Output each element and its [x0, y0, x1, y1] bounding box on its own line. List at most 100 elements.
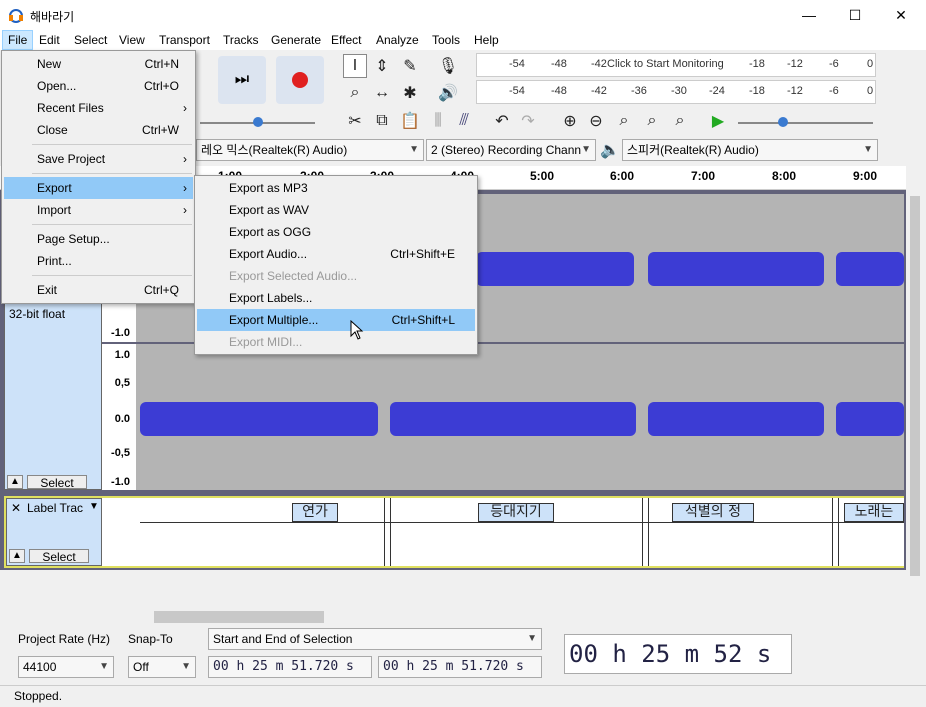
horizontal-scrollbar[interactable]	[138, 608, 906, 626]
label-lane[interactable]: 연가 등대지기 석별의 정 노래는	[140, 498, 904, 566]
gain-thumb[interactable]	[253, 117, 263, 127]
label-item[interactable]: 등대지기	[478, 503, 554, 522]
menu-item-open[interactable]: Open... Ctrl+O	[4, 75, 193, 97]
menu-help[interactable]: Help	[469, 30, 504, 50]
playback-meter[interactable]: -54 -48 -42 -36 -30 -24 -18 -12 -6 0	[476, 80, 876, 104]
vertical-scroll-thumb[interactable]	[910, 196, 920, 576]
menu-item-page-setup[interactable]: Page Setup...	[4, 228, 193, 250]
zoom-tool-icon[interactable]: ⌕	[343, 81, 367, 105]
undo-icon[interactable]: ↶	[490, 109, 514, 133]
menu-item-export-multiple[interactable]: Export Multiple... Ctrl+Shift+L	[197, 309, 475, 331]
record-meter[interactable]: -54 -48 -42 Click to Start Monitoring -1…	[476, 53, 876, 77]
ruler-tick: 5:00	[530, 169, 555, 183]
draw-tool-icon[interactable]: ✎	[398, 54, 422, 78]
start-time-value: 00 h 25 m 51.720 s	[213, 659, 354, 674]
play-speed-slider[interactable]	[738, 122, 873, 124]
selection-start-time[interactable]: 00 h 25 m 51.720 s	[208, 656, 372, 678]
menu-separator	[32, 173, 192, 174]
waveform-right[interactable]	[136, 344, 904, 490]
menu-item-export-ogg[interactable]: Export as OGG	[197, 221, 475, 243]
menu-tracks[interactable]: Tracks	[218, 30, 264, 50]
label-item[interactable]: 연가	[292, 503, 338, 522]
track-menu-chevron-icon[interactable]: ▼	[89, 501, 99, 512]
waveform-clip	[648, 402, 824, 436]
fit-project-icon[interactable]: ⌕	[640, 109, 664, 133]
maximize-button[interactable]: ☐	[832, 0, 878, 30]
menu-view[interactable]: View	[114, 30, 150, 50]
meter-tick: -42	[591, 58, 607, 70]
menu-item-export-wav[interactable]: Export as WAV	[197, 199, 475, 221]
microphone-icon[interactable]: 🎙	[436, 54, 460, 78]
label-track-name[interactable]: Label Trac	[27, 501, 83, 515]
menu-item-export-midi[interactable]: Export MIDI...	[197, 331, 475, 353]
label-track-panel[interactable]: ✕ Label Trac ▼ ▲ Select	[6, 498, 102, 566]
menu-item-close[interactable]: Close Ctrl+W	[4, 119, 193, 141]
menu-edit[interactable]: Edit	[34, 30, 65, 50]
label-boundary	[390, 498, 391, 566]
label-item[interactable]: 석별의 정	[672, 503, 754, 522]
paste-icon[interactable]: 📋	[398, 109, 422, 133]
label-item[interactable]: 노래는	[844, 503, 904, 522]
minimize-button[interactable]: —	[786, 0, 832, 30]
label-line	[140, 522, 904, 523]
menu-effect[interactable]: Effect	[326, 30, 366, 50]
menu-file[interactable]: File	[2, 30, 34, 50]
close-button[interactable]: ✕	[878, 0, 924, 30]
copy-icon[interactable]: ⧉	[370, 109, 394, 133]
menu-item-new[interactable]: New Ctrl+N	[4, 53, 193, 75]
zoom-out-icon[interactable]: ⊖	[584, 109, 608, 133]
playback-device-select[interactable]: 스피커(Realtek(R) Audio) ▼	[622, 139, 878, 161]
menu-item-export-mp3[interactable]: Export as MP3	[197, 177, 475, 199]
menu-item-export-audio[interactable]: Export Audio... Ctrl+Shift+E	[197, 243, 475, 265]
vertical-scrollbar[interactable]	[906, 190, 926, 610]
label-track-select-button[interactable]: Select	[29, 549, 89, 564]
menu-item-print[interactable]: Print...	[4, 250, 193, 272]
menu-generate[interactable]: Generate	[266, 30, 326, 50]
audio-position-display[interactable]: 00 h 25 m 52 s	[564, 634, 792, 674]
cut-icon[interactable]: ✂	[343, 109, 367, 133]
play-at-speed-icon[interactable]: ▶	[706, 109, 730, 133]
silence-icon[interactable]: ⫻	[452, 109, 476, 133]
menu-analyze[interactable]: Analyze	[371, 30, 424, 50]
skip-end-button[interactable]: ⏭	[218, 56, 266, 104]
menu-select[interactable]: Select	[69, 30, 112, 50]
redo-icon[interactable]: ↷	[516, 109, 540, 133]
close-icon[interactable]: ✕	[11, 501, 21, 515]
zoom-toggle-icon[interactable]: ⌕	[668, 109, 692, 133]
menu-item-export-selected-audio[interactable]: Export Selected Audio...	[197, 265, 475, 287]
selection-end-time[interactable]: 00 h 25 m 51.720 s	[378, 656, 542, 678]
selection-tool-icon[interactable]: I	[343, 54, 367, 78]
menu-item-import[interactable]: Import ›	[4, 199, 193, 221]
speaker-icon[interactable]: 🔊	[436, 81, 460, 105]
output-speaker-icon: 🔈	[600, 142, 620, 159]
channels-select[interactable]: 2 (Stereo) Recording Chann ▼	[426, 139, 596, 161]
record-button[interactable]	[276, 56, 324, 104]
menu-item-save-project[interactable]: Save Project ›	[4, 148, 193, 170]
menu-item-recent-files[interactable]: Recent Files ›	[4, 97, 193, 119]
selection-mode-select[interactable]: Start and End of Selection ▼	[208, 628, 542, 650]
collapse-icon[interactable]: ▲	[7, 475, 23, 489]
project-rate-select[interactable]: 44100 ▼	[18, 656, 114, 678]
envelope-tool-icon[interactable]: ⇕	[370, 54, 394, 78]
label-boundary	[832, 498, 833, 566]
menu-item-export-labels[interactable]: Export Labels...	[197, 287, 475, 309]
collapse-icon[interactable]: ▲	[9, 549, 25, 563]
ruler-tick: 7:00	[691, 169, 716, 183]
menu-transport[interactable]: Transport	[154, 30, 215, 50]
menu-item-label: Export as WAV	[229, 203, 310, 217]
timeshift-tool-icon[interactable]: ↔	[370, 81, 394, 105]
trim-icon[interactable]: ⫼	[426, 109, 450, 133]
fit-selection-icon[interactable]: ⌕	[612, 109, 636, 133]
meter-tick: -36	[631, 85, 647, 97]
play-speed-thumb[interactable]	[778, 117, 788, 127]
menu-item-exit[interactable]: Exit Ctrl+Q	[4, 279, 193, 301]
snap-select[interactable]: Off ▼	[128, 656, 196, 678]
zoom-in-icon[interactable]: ⊕	[558, 109, 582, 133]
track-select-button[interactable]: Select	[27, 475, 87, 490]
menu-item-export[interactable]: Export ›	[4, 177, 193, 199]
selection-mode-value: Start and End of Selection	[213, 632, 353, 646]
recording-device-select[interactable]: 레오 믹스(Realtek(R) Audio) ▼	[196, 139, 424, 161]
multi-tool-icon[interactable]: ✱	[398, 81, 422, 105]
horizontal-scroll-thumb[interactable]	[154, 611, 324, 623]
menu-tools[interactable]: Tools	[427, 30, 465, 50]
